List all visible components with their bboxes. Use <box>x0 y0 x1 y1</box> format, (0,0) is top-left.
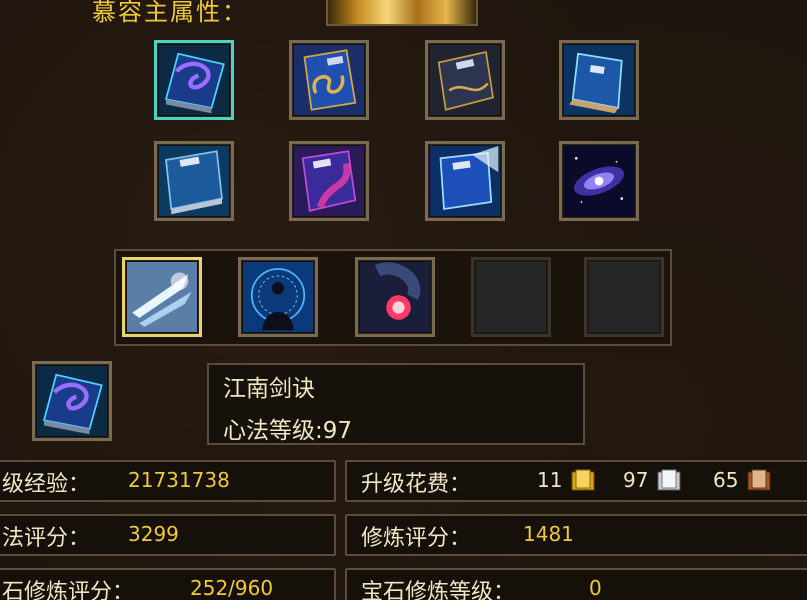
selected-skill-slot[interactable] <box>32 361 112 441</box>
skill-slot-3[interactable] <box>355 257 435 337</box>
skill-level-label: 心法等级: <box>223 418 323 444</box>
skill-level-value: 97 <box>322 418 353 444</box>
book-purple-swirl-icon <box>159 45 229 115</box>
copper-ingot-icon <box>747 469 771 491</box>
book-purple-swirl-icon <box>37 366 107 436</box>
book-purple-pink-icon <box>294 146 364 216</box>
skill-score-box: 法评分： 3299 <box>0 514 336 556</box>
cost-silver: 97 <box>623 468 682 492</box>
gem-level-value: 0 <box>589 576 602 600</box>
gem-score-value: 252/960 <box>190 576 274 600</box>
gem-level-label: 宝石修炼等级： <box>361 580 516 600</box>
book-blue-open-icon <box>564 45 634 115</box>
attributes-title: 慕容主属性： <box>92 0 248 26</box>
ice-slash-icon <box>127 262 197 332</box>
exp-value: 21731738 <box>128 468 230 492</box>
book-slot-2[interactable] <box>289 40 369 120</box>
silver-ingot-icon <box>657 469 681 491</box>
book-slot-3[interactable] <box>425 40 505 120</box>
gem-level-box: 宝石修炼等级： 0 <box>345 568 807 600</box>
cultivation-score-box: 修炼评分： 1481 <box>345 514 807 556</box>
meditation-figure-icon <box>243 262 313 332</box>
book-dark-gold-icon <box>430 45 500 115</box>
book-blue-plain-icon <box>159 146 229 216</box>
book-slot-7[interactable] <box>425 141 505 221</box>
skill-slot-1[interactable] <box>122 257 202 337</box>
skill-slot-5-empty[interactable] <box>584 257 664 337</box>
cost-gold: 11 <box>537 468 596 492</box>
cost-gold-value: 11 <box>537 468 563 492</box>
cultivation-score-label: 修炼评分： <box>361 526 472 551</box>
skill-info-box: 江南剑诀 心法等级:97 <box>207 363 585 445</box>
gem-score-label: 石修炼评分： <box>2 580 135 600</box>
galaxy-icon <box>564 146 634 216</box>
exp-box: 级经验： 21731738 <box>0 460 336 502</box>
book-blue-light-icon <box>430 146 500 216</box>
galaxy-slot[interactable] <box>559 141 639 221</box>
skill-slot-2[interactable] <box>238 257 318 337</box>
attribute-banner <box>326 0 478 26</box>
upgrade-cost-box: 升级花费： 11 97 65 <box>345 460 807 502</box>
book-slot-5[interactable] <box>154 141 234 221</box>
skill-slot-4-empty[interactable] <box>471 257 551 337</box>
gem-score-box: 石修炼评分： 252/960 <box>0 568 336 600</box>
book-blue-gold-icon <box>294 45 364 115</box>
cultivation-score-value: 1481 <box>523 522 574 546</box>
skill-panel: 慕容主属性： 江南剑诀 心法等级:97 级经验： 21731738 升级花费： … <box>0 0 807 600</box>
skill-score-value: 3299 <box>128 522 179 546</box>
book-slot-1[interactable] <box>154 40 234 120</box>
cost-silver-value: 97 <box>623 468 649 492</box>
upgrade-cost-label: 升级花费： <box>361 472 472 497</box>
skill-score-label: 法评分： <box>2 526 91 551</box>
skill-name: 江南剑诀 <box>223 376 315 402</box>
cost-copper-value: 65 <box>713 468 739 492</box>
cost-copper: 65 <box>713 468 772 492</box>
gold-ingot-icon <box>571 469 595 491</box>
exp-label: 级经验： <box>2 472 91 497</box>
skill-level-line: 心法等级:97 <box>223 411 352 445</box>
book-slot-4[interactable] <box>559 40 639 120</box>
red-orb-icon <box>360 262 430 332</box>
book-slot-6[interactable] <box>289 141 369 221</box>
